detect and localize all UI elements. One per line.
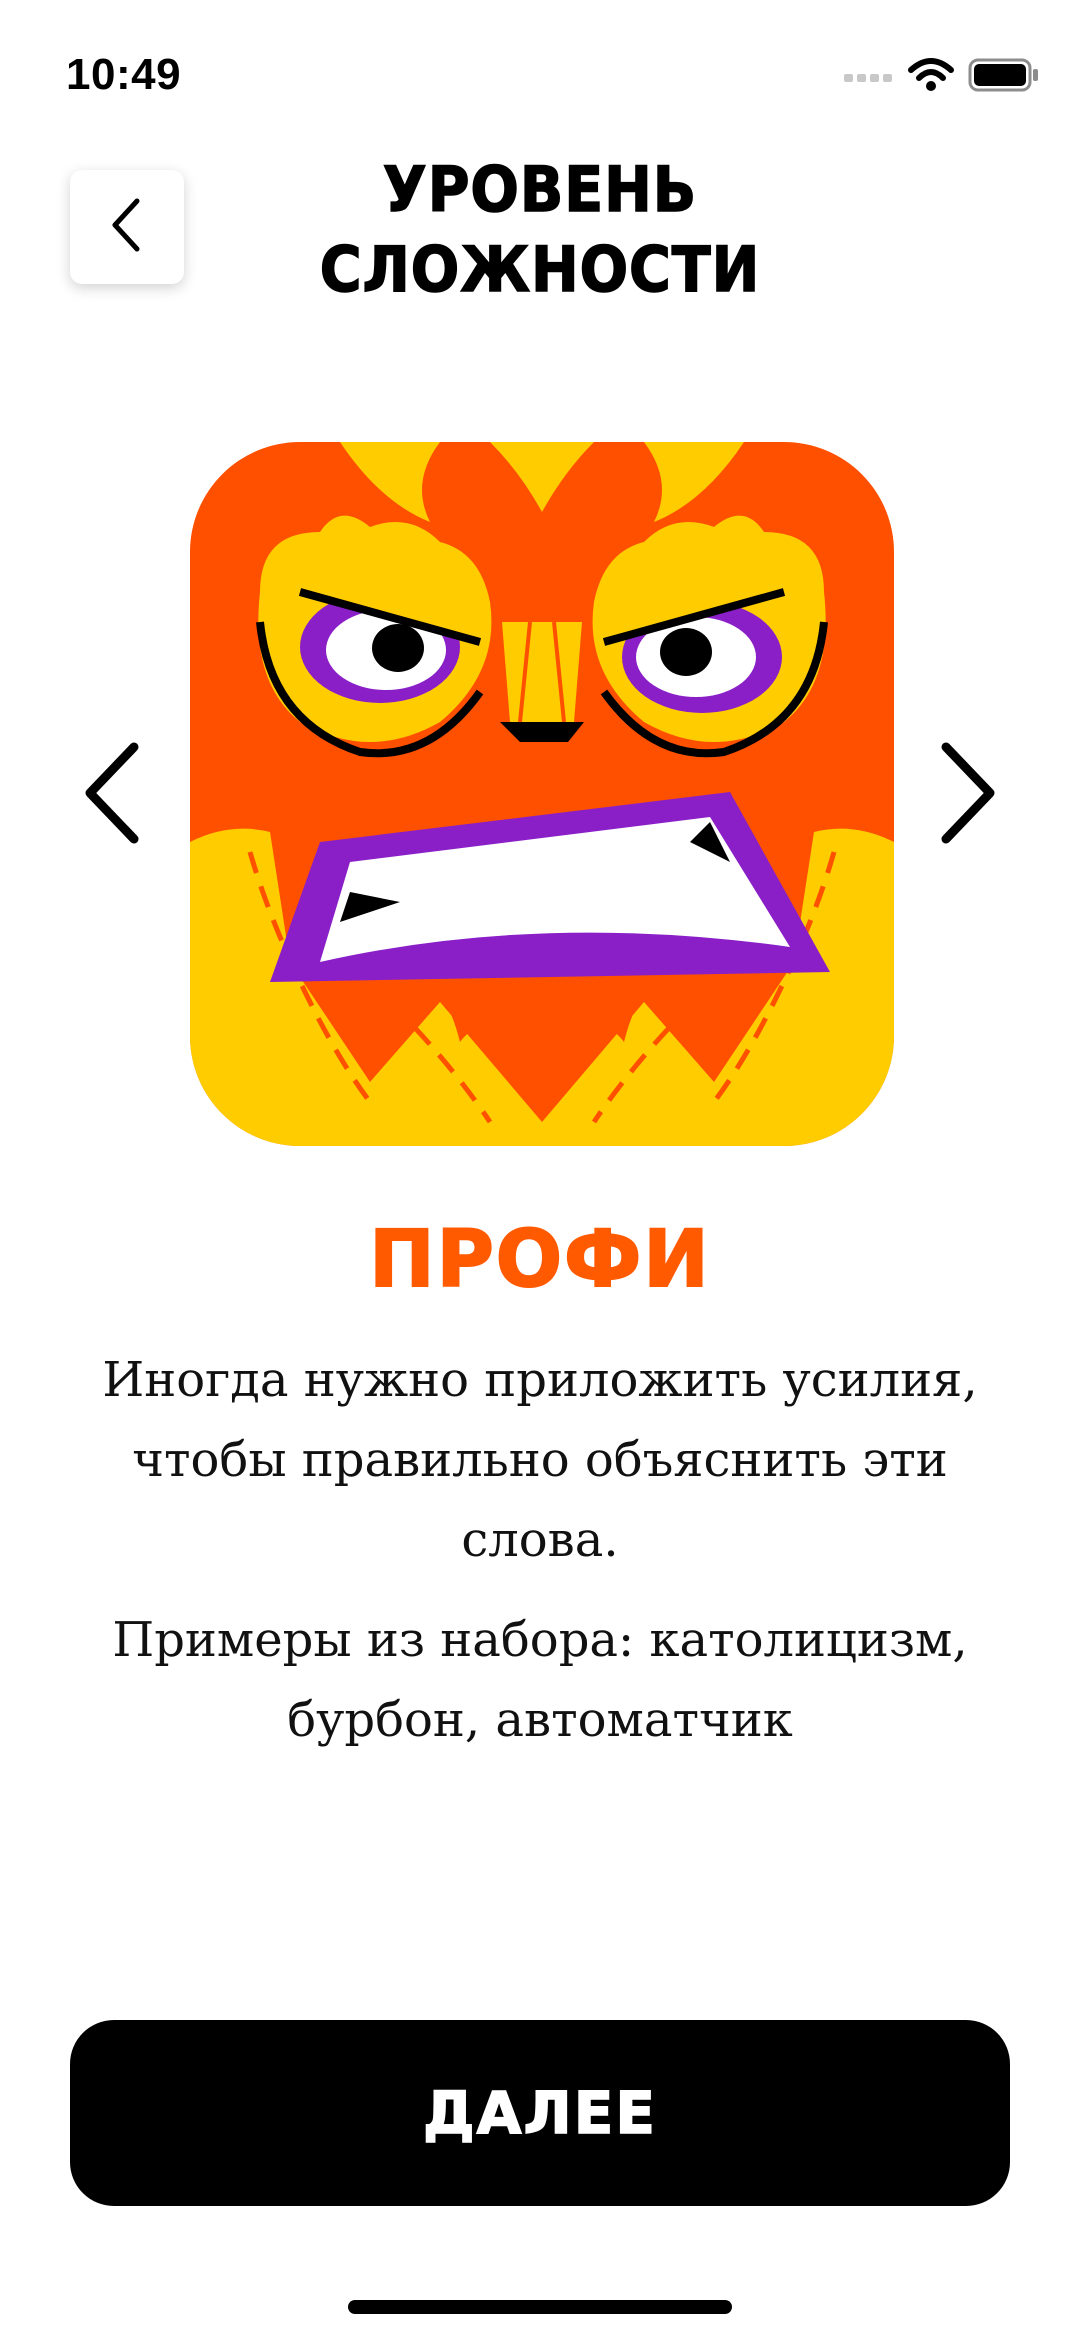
level-name: ПРОФИ [368, 1214, 711, 1306]
signal-icon [844, 68, 894, 82]
chevron-left-icon [80, 741, 144, 849]
next-button[interactable]: ДАЛЕЕ [70, 2020, 1010, 2206]
carousel-prev-button[interactable] [72, 740, 152, 850]
status-icons [844, 58, 1040, 92]
carousel-next-button[interactable] [928, 740, 1008, 850]
back-button[interactable] [70, 170, 184, 284]
level-description: Иногда нужно приложить усилия, чтобы пра… [102, 1352, 978, 1568]
chevron-right-icon [936, 741, 1000, 849]
battery-icon [968, 58, 1040, 92]
page-title-line1: УРОВЕНЬ [382, 152, 698, 227]
status-bar: 10:49 [0, 0, 1080, 140]
chevron-left-icon [107, 195, 147, 259]
page-title-line2: СЛОЖНОСТИ [319, 232, 761, 307]
level-examples: Примеры из набора: католицизм, бурбон, а… [112, 1612, 968, 1748]
home-indicator[interactable] [348, 2300, 732, 2314]
status-time: 10:49 [66, 50, 182, 99]
wifi-icon [908, 58, 954, 92]
angry-owl-mascot-icon [190, 442, 894, 1146]
page-title: УРОВЕНЬ СЛОЖНОСТИ [264, 150, 816, 310]
